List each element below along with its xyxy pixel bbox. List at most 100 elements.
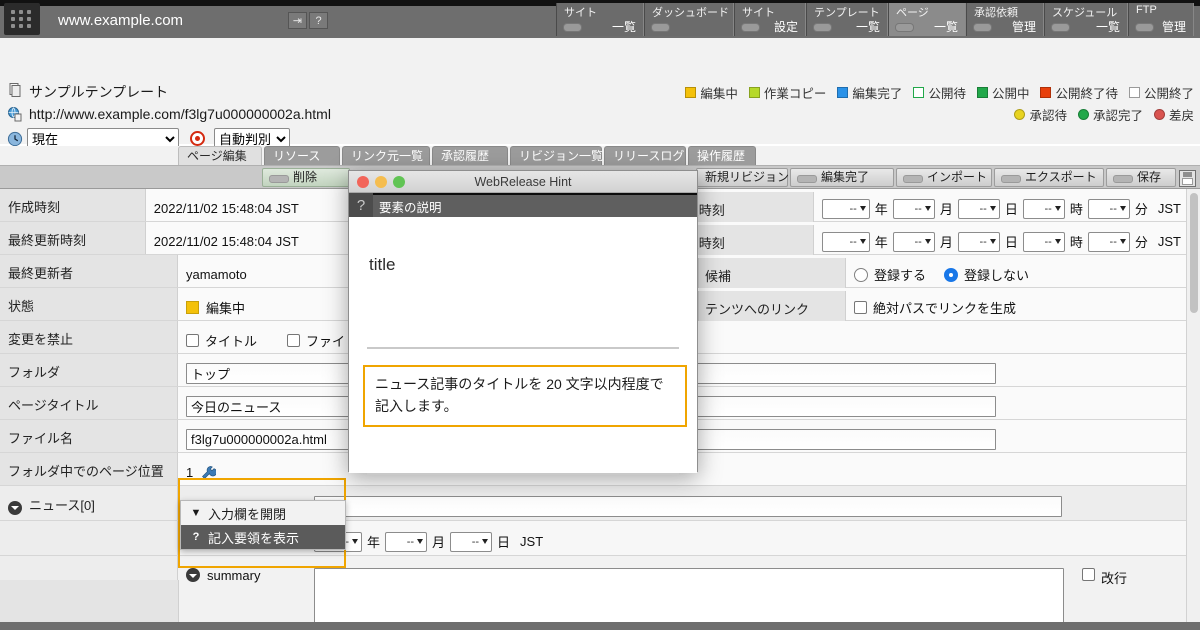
month-select[interactable]: -- [893, 232, 935, 252]
title-input[interactable] [314, 496, 1062, 517]
floppy-disk-icon[interactable] [1179, 170, 1196, 187]
nav-item-site-list[interactable]: サイト 一覧 [556, 3, 644, 36]
nav-bottom-label: 管理 [1162, 18, 1186, 35]
nav-item-page-list[interactable]: ページ 一覧 [888, 3, 966, 36]
element-group-cell[interactable]: ニュース[0] [0, 486, 178, 520]
nav-bottom-label: 一覧 [612, 18, 636, 35]
delete-button[interactable]: 削除 [262, 168, 350, 187]
legend-item-publish-ended: 公開終了 [1129, 83, 1194, 102]
minute-select[interactable]: -- [1088, 232, 1130, 252]
candidate-not-register-label: 登録しない [964, 265, 1029, 284]
nav-item-dashboard[interactable]: ダッシュボード [644, 3, 734, 36]
app-grid-icon[interactable] [4, 3, 40, 35]
nav-item-template-list[interactable]: テンプレート 一覧 [806, 3, 888, 36]
edit-done-button[interactable]: 編集完了 [790, 168, 894, 187]
legend-label: 承認完了 [1093, 105, 1143, 124]
document-icon [7, 82, 23, 98]
element-summary-label: summary [207, 568, 260, 583]
unit-day: 日 [1005, 199, 1018, 218]
status-label: 編集中 [206, 298, 245, 317]
close-button[interactable] [357, 176, 369, 188]
tab-operation-history[interactable]: 操作履歴 [688, 146, 756, 165]
element-row-news: ニュース[0] title [0, 486, 1186, 521]
lock-title-checkbox[interactable] [186, 334, 199, 347]
tab-revision-list[interactable]: リビジョン一覧 [510, 146, 602, 165]
timezone-label: JST [1158, 201, 1181, 216]
row-label: ファイル名 [0, 420, 178, 452]
chevron-down-icon [1120, 239, 1126, 244]
nav-item-schedule-list[interactable]: スケジュール 一覧 [1044, 3, 1128, 36]
legend-swatch [913, 87, 924, 98]
tab-link-sources[interactable]: リンク元一覧 [342, 146, 430, 165]
candidate-register-radio[interactable] [854, 268, 868, 282]
vertical-scrollbar[interactable] [1186, 189, 1200, 630]
chevron-down-icon [860, 239, 866, 244]
day-select[interactable]: -- [958, 232, 1000, 252]
chevron-down-icon [1055, 239, 1061, 244]
divider-top [367, 347, 679, 349]
legend-swatch [1014, 109, 1025, 120]
save-button[interactable]: 保存 [1106, 168, 1176, 187]
zoom-button[interactable] [393, 176, 405, 188]
tab-page-edit[interactable]: ページ編集 [178, 146, 262, 165]
nav-item-site-settings[interactable]: サイト 設定 [734, 3, 806, 36]
publish-start-datetime: -- 年 -- 月 -- 日 -- 時 -- 分 JST [814, 199, 1186, 219]
tab-release-log[interactable]: リリースログ [604, 146, 686, 165]
day-select[interactable]: -- [450, 532, 492, 552]
month-select[interactable]: -- [385, 532, 427, 552]
legend-label: 公開終了 [1144, 83, 1194, 102]
hour-select[interactable]: -- [1023, 232, 1065, 252]
tab-approval-history[interactable]: 承認履歴 [432, 146, 508, 165]
minute-select[interactable]: -- [1088, 199, 1130, 219]
nav-bottom-label: 一覧 [934, 18, 958, 35]
absolute-path-checkbox[interactable] [854, 301, 867, 314]
lock-filename-checkbox[interactable] [287, 334, 300, 347]
dialog-title-bar[interactable]: WebRelease Hint [349, 171, 697, 193]
dialog-title-label: WebRelease Hint [474, 175, 571, 189]
chevron-down-circle-icon[interactable] [186, 568, 200, 582]
chevron-down-icon [1120, 206, 1126, 211]
newline-checkbox[interactable] [1082, 568, 1095, 581]
chevron-down-icon [990, 206, 996, 211]
auto-detect-radio[interactable] [190, 131, 205, 146]
wrench-icon[interactable] [201, 465, 216, 480]
hour-select[interactable]: -- [1023, 199, 1065, 219]
menu-item-show-hint[interactable]: ? 記入要領を表示 [181, 525, 345, 549]
year-select[interactable]: -- [822, 232, 870, 252]
clock-icon [7, 131, 23, 147]
chevron-down-circle-icon[interactable] [8, 501, 22, 515]
legend-item-approval-done: 承認完了 [1078, 105, 1143, 124]
new-revision-label: 新規リビジョン [705, 169, 789, 186]
new-revision-button[interactable]: 新規リビジョン [696, 168, 788, 187]
legend-item-published: 公開中 [977, 83, 1030, 102]
summary-textarea[interactable] [314, 568, 1064, 630]
legend-item-edit-done: 編集完了 [837, 83, 902, 102]
day-select[interactable]: -- [958, 199, 1000, 219]
row-label: 作成時刻 [0, 189, 146, 221]
element-context-menu: ▼ 入力欄を開閉 ? 記入要領を表示 [180, 500, 346, 550]
nav-item-ftp-management[interactable]: FTP 管理 [1128, 3, 1194, 36]
export-button[interactable]: エクスポート [994, 168, 1104, 187]
legend-label: 差戻 [1169, 105, 1194, 124]
question-mark-icon[interactable]: ? [309, 12, 328, 29]
unit-day: 日 [1005, 232, 1018, 251]
month-select[interactable]: -- [893, 199, 935, 219]
element-summary-field[interactable]: summary [186, 568, 306, 630]
row-label-candidate: 候補 [698, 258, 846, 291]
import-button[interactable]: インポート [896, 168, 992, 187]
menu-item-toggle-input[interactable]: ▼ 入力欄を開閉 [181, 501, 345, 525]
scrollbar-thumb[interactable] [1190, 193, 1198, 313]
button-pill-icon [1113, 175, 1133, 183]
minimize-button[interactable] [375, 176, 387, 188]
nav-item-approval-management[interactable]: 承認依頼 管理 [966, 3, 1044, 36]
summary-textarea-wrap: 改行 [306, 568, 1186, 630]
back-arrow-icon[interactable]: ⇥ [288, 12, 307, 29]
page-url: http://www.example.com/f3lg7u000000002a.… [29, 106, 331, 122]
tab-resources[interactable]: リソース [264, 146, 340, 165]
year-select[interactable]: -- [822, 199, 870, 219]
element-row-date: -- 年 -- 月 -- 日 JST [0, 521, 1186, 556]
chevron-down-icon [482, 539, 488, 544]
lock-title-label: タイトル [205, 331, 257, 350]
button-pill-icon [797, 175, 817, 183]
candidate-not-register-radio[interactable] [944, 268, 958, 282]
